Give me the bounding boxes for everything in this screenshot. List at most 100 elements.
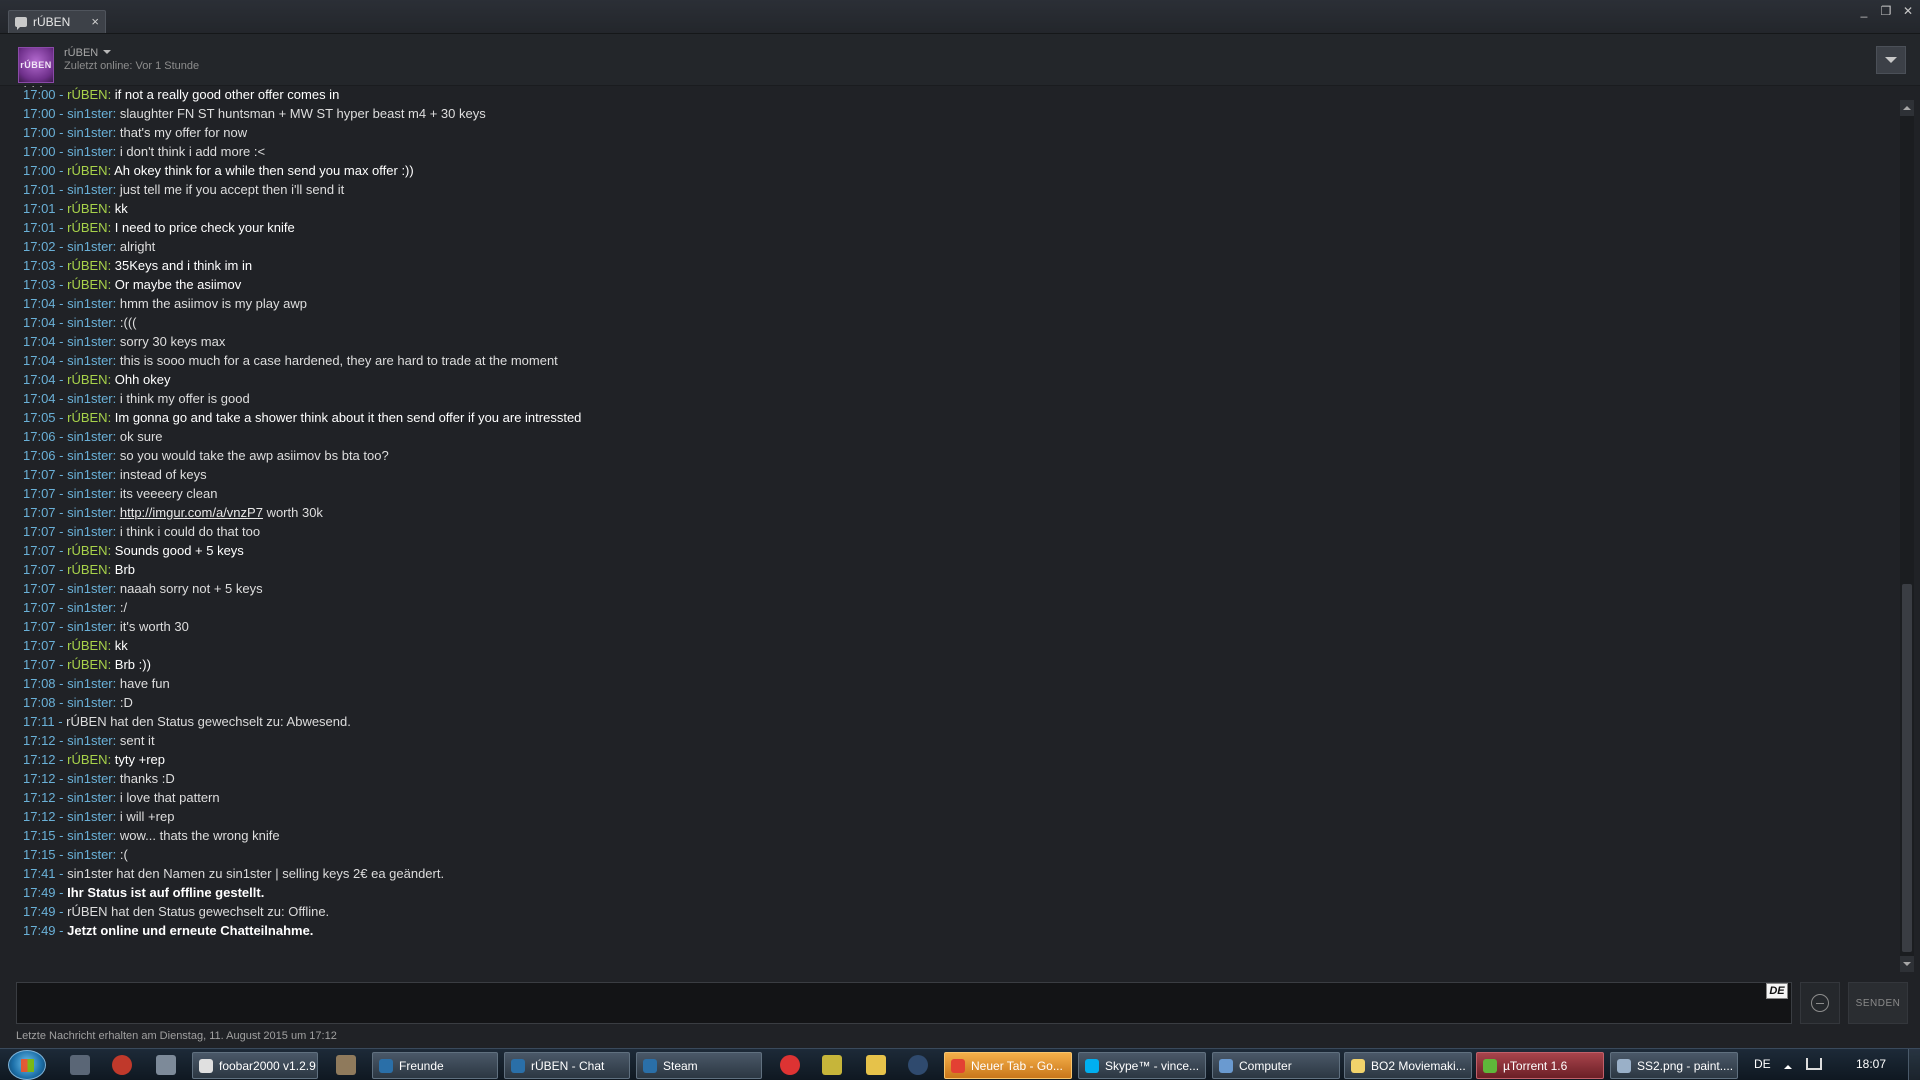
timestamp-separator: -	[55, 562, 68, 577]
chat-options-button[interactable]	[1876, 46, 1906, 74]
message-text: sorry 30 keys max	[119, 334, 226, 349]
friend-name-dropdown[interactable]: rÚBEN	[64, 47, 112, 59]
folder-icon[interactable]	[866, 1055, 886, 1075]
switch-windows-icon[interactable]	[156, 1055, 176, 1075]
message-timestamp: 17:00	[23, 106, 56, 121]
chat-message: 17:12 - sin1ster: i will +rep	[23, 808, 174, 826]
taskbar-button[interactable]: Freunde	[372, 1052, 498, 1079]
system-message: 17:49 - Jetzt online und erneute Chattei…	[23, 922, 313, 940]
taskbar-button[interactable]: Neuer Tab - Go...	[944, 1052, 1072, 1079]
timestamp-separator: -	[55, 372, 68, 387]
taskbar-button[interactable]: SS2.png - paint....	[1610, 1052, 1738, 1079]
message-sender: rÚBEN	[67, 277, 108, 292]
taskbar-button[interactable]: foobar2000 v1.2.9	[192, 1052, 318, 1079]
chat-message: 17:07 - sin1ster: naaah sorry not + 5 ke…	[23, 580, 263, 598]
taskbar-button[interactable]: Skype™ - vince...	[1078, 1052, 1206, 1079]
message-text: thanks :D	[119, 771, 175, 786]
chat-message: 17:04 - sin1ster: :(((	[23, 314, 136, 332]
sender-separator: :	[107, 87, 115, 102]
scroll-up-icon[interactable]	[1900, 100, 1914, 116]
sender-separator: :	[112, 695, 120, 710]
message-timestamp: 17:07	[23, 600, 56, 615]
maximize-button[interactable]: ❐	[1880, 4, 1892, 18]
chat-tab[interactable]: rÚBEN ×	[8, 10, 106, 33]
taskbar-button-label: Skype™ - vince...	[1105, 1058, 1200, 1073]
message-text: 35Keys and i think im in	[114, 258, 253, 273]
system-text: rÚBEN hat den Status gewechselt zu: Abwe…	[66, 714, 351, 729]
emoticon-button[interactable]	[1800, 982, 1840, 1024]
chat-message: 17:06 - sin1ster: ok sure	[23, 428, 163, 446]
timestamp-separator: -	[55, 296, 68, 311]
sender-separator: :	[112, 581, 120, 596]
chat-message: 17:12 - rÚBEN: tyty +rep	[23, 751, 165, 769]
timestamp-separator: -	[55, 828, 68, 843]
message-sender: sin1ster	[67, 676, 113, 691]
send-button[interactable]: SENDEN	[1848, 982, 1908, 1024]
app-icon	[1617, 1058, 1631, 1073]
sender-separator: :	[112, 106, 120, 121]
message-text: i think i could do that too	[119, 524, 261, 539]
timestamp-separator: -	[55, 334, 68, 349]
taskbar-button[interactable]: rÚBEN - Chat	[504, 1052, 630, 1079]
message-text: wow... thats the wrong knife	[119, 828, 280, 843]
chat-message: 17:15 - sin1ster: wow... thats the wrong…	[23, 827, 280, 845]
chat-message: 17:07 - sin1ster: http://imgur.com/a/vnz…	[23, 504, 323, 522]
sender-separator: :	[112, 429, 120, 444]
close-tab-icon[interactable]: ×	[91, 14, 99, 29]
sender-separator: :	[112, 486, 120, 501]
message-sender: sin1ster	[67, 182, 113, 197]
taskbar-button[interactable]: Computer	[1212, 1052, 1340, 1079]
message-text: if not a really good other offer comes i…	[114, 87, 340, 102]
message-text: i think my offer is good	[119, 391, 250, 406]
chat-message: 17:00 - sin1ster: slaughter FN ST huntsm…	[23, 105, 486, 123]
message-input[interactable]	[16, 982, 1792, 1024]
chat-message: 17:07 - rÚBEN: Sounds good + 5 keys	[23, 542, 244, 560]
message-text: Ohh okey	[114, 372, 171, 387]
taskbar-button[interactable]: µTorrent 1.6	[1476, 1052, 1604, 1079]
sender-separator: :	[112, 505, 120, 520]
message-timestamp: 17:12	[23, 790, 56, 805]
tray-language[interactable]: DE	[1754, 1057, 1771, 1071]
taskbar-button[interactable]: BO2 Moviemaki...	[1344, 1052, 1472, 1079]
sender-separator: :	[112, 733, 120, 748]
app-quicklaunch-icon[interactable]	[112, 1055, 132, 1075]
last-message-info: Letzte Nachricht erhalten am Dienstag, 1…	[16, 1030, 337, 1042]
avatar[interactable]: rÚBEN	[18, 47, 54, 83]
start-button[interactable]	[8, 1050, 46, 1080]
taskbar-button[interactable]: Steam	[636, 1052, 762, 1079]
timestamp-separator: -	[55, 106, 68, 121]
show-desktop-button[interactable]	[1908, 1049, 1920, 1080]
minimize-button[interactable]: _	[1858, 4, 1870, 18]
terminal-icon[interactable]	[822, 1055, 842, 1075]
app-quicklaunch-icon[interactable]	[336, 1055, 356, 1075]
close-window-button[interactable]: ✕	[1902, 4, 1914, 18]
message-text: Ah okey think for a while then send you …	[114, 163, 414, 178]
settings-gear-icon[interactable]	[70, 1055, 90, 1075]
message-text: i don't think i add more :<	[119, 144, 266, 159]
chat-message: 17:04 - sin1ster: i think my offer is go…	[23, 390, 250, 408]
scroll-down-icon[interactable]	[1900, 956, 1914, 972]
message-sender: rÚBEN	[67, 258, 108, 273]
timestamp-separator: -	[55, 771, 68, 786]
taskbar-button-label: Neuer Tab - Go...	[971, 1058, 1063, 1073]
chat-scrollbar[interactable]	[1900, 100, 1914, 972]
chat-tab-label: rÚBEN	[33, 15, 71, 29]
taskbar-clock[interactable]: 18:07	[1856, 1057, 1886, 1071]
half-life-lambda-icon[interactable]	[780, 1055, 800, 1075]
timestamp-separator: -	[54, 714, 67, 729]
friend-status: Zuletzt online: Vor 1 Stunde	[64, 60, 200, 72]
chat-message: 17:07 - sin1ster: i think i could do tha…	[23, 523, 260, 541]
chat-message: 17:00 - rÚBEN: if not a really good othe…	[23, 86, 339, 104]
sender-separator: :	[107, 638, 115, 653]
app-quicklaunch-icon[interactable]	[908, 1055, 928, 1075]
sender-separator: :	[112, 315, 120, 330]
message-timestamp: 17:11	[23, 714, 55, 729]
message-text: ok sure	[119, 429, 163, 444]
message-timestamp: 17:07	[23, 581, 56, 596]
message-link[interactable]: http://imgur.com/a/vnzP7	[120, 505, 263, 520]
chat-message: 17:00 - rÚBEN: Ah okey think for a while…	[23, 162, 414, 180]
network-icon[interactable]	[1806, 1058, 1822, 1070]
show-hidden-icons-icon[interactable]	[1784, 1061, 1792, 1069]
scrollbar-thumb[interactable]	[1902, 584, 1912, 952]
message-sender: sin1ster	[67, 581, 113, 596]
